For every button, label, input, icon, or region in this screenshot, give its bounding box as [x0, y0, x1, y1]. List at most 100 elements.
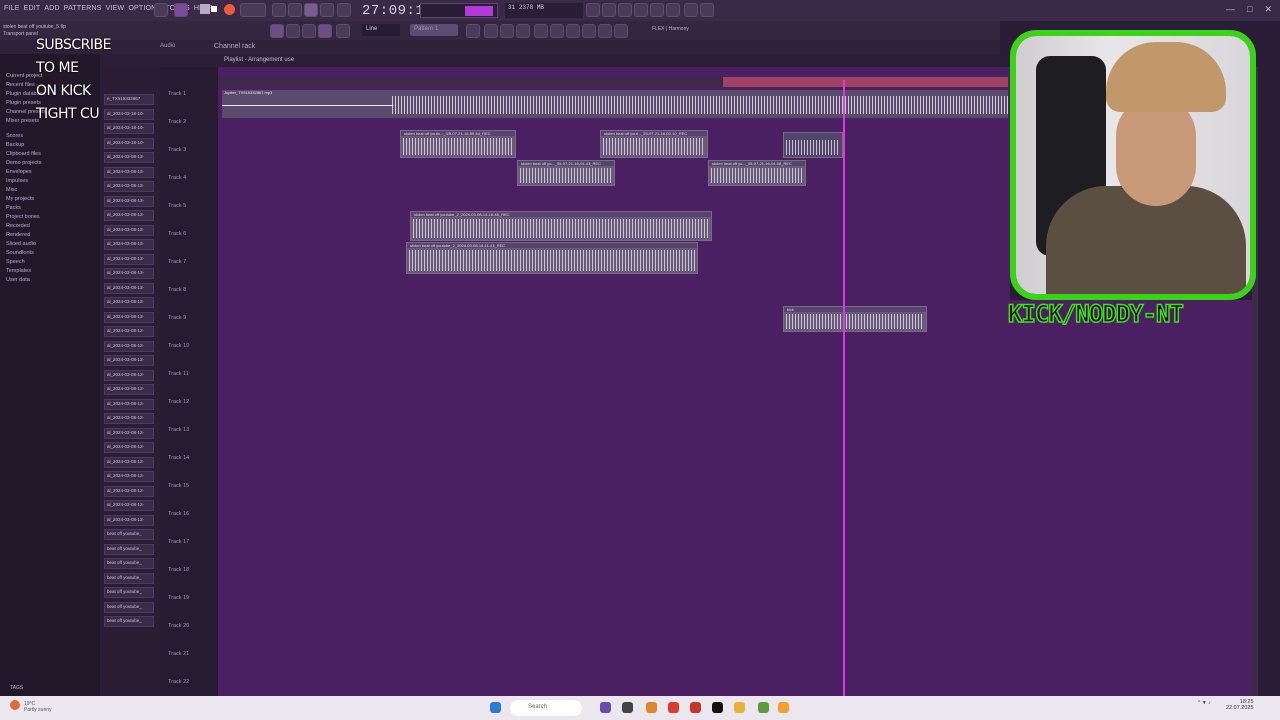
menu-edit[interactable]: EDIT [24, 5, 41, 12]
browser-item[interactable]: Impulses [6, 178, 28, 184]
mixer-view-icon[interactable] [484, 24, 498, 38]
undo-icon[interactable] [586, 3, 600, 17]
track-label[interactable]: Track 12 [168, 399, 189, 405]
track-label[interactable]: Track 21 [168, 651, 189, 657]
pattern-item[interactable]: al_2024-03-08-12- [104, 456, 154, 468]
menu-file[interactable]: FILE [4, 5, 20, 12]
plugin-preview[interactable]: FLEX | Harmony [652, 26, 689, 32]
piano-roll-icon[interactable] [534, 24, 548, 38]
search-icon[interactable] [154, 3, 168, 17]
audio-clip[interactable] [783, 132, 843, 158]
browser-item[interactable]: Mixer presets [6, 118, 39, 124]
pattern-item[interactable]: al_2024-03-08-12- [104, 514, 154, 526]
track-label[interactable]: Track 19 [168, 595, 189, 601]
tags-label[interactable]: TAGS [10, 685, 23, 691]
pattern-item[interactable]: al_2024-03-08-13- [104, 268, 154, 279]
audio-clip-track1[interactable]: Jupiter_TX515332867.mp3 [222, 90, 1008, 118]
fl-studio-icon[interactable] [646, 702, 657, 713]
pattern-item[interactable]: al_2024-03-08-13- [104, 181, 154, 192]
pattern-item[interactable]: al_2024-03-08-13- [104, 282, 154, 294]
pattern-item[interactable]: al_2024-03-08-13- [104, 210, 154, 221]
browser-item[interactable]: Project bones [6, 214, 40, 220]
track-label[interactable]: Track 2 [168, 119, 186, 125]
browser-item[interactable]: Clipboard files [6, 151, 41, 157]
track-label[interactable]: Track 22 [168, 679, 189, 685]
browser-icon[interactable] [550, 24, 564, 38]
browser-item[interactable]: My projects [6, 196, 34, 202]
cart-icon[interactable] [614, 24, 628, 38]
stop-button[interactable] [211, 6, 217, 12]
pattern-item[interactable]: al_2024-03-08-13- [104, 253, 154, 265]
browser-item[interactable]: Recent files [6, 82, 35, 88]
mic-icon[interactable] [618, 3, 632, 17]
audio-clip[interactable]: stolen beat off youtube_2_2024-03-08-14-… [410, 211, 712, 241]
browser-item[interactable]: Speech [6, 259, 25, 265]
browser-item[interactable]: Demo projects [6, 160, 41, 166]
pattern-item[interactable]: al_2024-03-18-10- [104, 108, 154, 120]
track-label[interactable]: Track 6 [168, 231, 186, 237]
draw-tool-icon[interactable] [270, 24, 284, 38]
maximize-icon[interactable]: □ [1247, 4, 1252, 15]
audio-clip[interactable]: stolen beat off yo..._05-07-21-16-04-08_… [708, 160, 806, 186]
piano-icon[interactable] [634, 3, 648, 17]
tiktok-icon[interactable] [712, 702, 723, 713]
pattern-item[interactable]: beat off youtube_ [104, 543, 154, 555]
pattern-item[interactable]: al_2024-03-08-13- [104, 152, 154, 163]
pattern-item[interactable]: al_2024-03-08-13- [104, 239, 154, 250]
download-icon[interactable] [700, 3, 714, 17]
taskbar-clock[interactable]: 18:25 22.07.2025 [1226, 699, 1254, 711]
playlist-sub[interactable]: use [284, 57, 294, 63]
browser-item[interactable]: User data [6, 277, 30, 283]
loop-record-icon[interactable] [337, 3, 351, 17]
audio-clip[interactable]: stolen beat off yo..._05-07-21-16-01-43_… [517, 160, 615, 186]
pattern-item[interactable]: al_2024-03-08-12- [104, 384, 154, 395]
pattern-item[interactable]: al_2024-03-08-12- [104, 427, 154, 439]
track-label[interactable]: Track 17 [168, 539, 189, 545]
windows-start-icon[interactable] [490, 702, 501, 713]
timeline-ruler[interactable] [218, 77, 1008, 87]
pattern-item[interactable]: al_2024-03-08-12- [104, 471, 154, 482]
pattern-item[interactable]: al_2024-03-08-13- [104, 195, 154, 207]
mixer-icon[interactable] [650, 3, 664, 17]
browser-item[interactable]: Sliced audio [6, 241, 36, 247]
track-label[interactable]: Track 8 [168, 287, 186, 293]
cut-tool-icon[interactable] [302, 24, 316, 38]
playlist-title[interactable]: Playlist - Arrangement use [224, 57, 294, 63]
arrow-icon[interactable] [598, 24, 612, 38]
system-tray[interactable]: ^ ▼ ♪ [1198, 700, 1211, 706]
track-label[interactable]: Track 1 [168, 91, 186, 97]
snap-icon[interactable] [318, 24, 332, 38]
track-label[interactable]: Track 4 [168, 175, 186, 181]
help-icon[interactable] [684, 3, 698, 17]
browser-item[interactable]: Backup [6, 142, 24, 148]
pattern-item[interactable]: al_2024-03-08-12- [104, 442, 154, 453]
chrome-icon[interactable] [668, 702, 679, 713]
tab-audio[interactable]: Audio [160, 43, 175, 49]
cut-icon[interactable] [602, 3, 616, 17]
browser-item[interactable]: Templates [6, 268, 31, 274]
browser-item[interactable]: Recorded [6, 223, 30, 229]
pattern-item[interactable]: al_2024-03-08-12- [104, 485, 154, 497]
taskview-icon[interactable] [600, 702, 611, 713]
menu-patterns[interactable]: PATTERNS [64, 5, 102, 12]
touch-keyboard-icon[interactable] [582, 24, 596, 38]
track-label[interactable]: Track 9 [168, 315, 186, 321]
track-label[interactable]: Track 3 [168, 147, 186, 153]
audio-clip[interactable]: stolen beat off youtu..._3/5-07-21-16-59… [400, 130, 516, 158]
close-icon[interactable]: ✕ [1264, 4, 1272, 15]
browser-item[interactable]: Scores [6, 133, 23, 139]
menu-view[interactable]: VIEW [106, 5, 125, 12]
browser-item[interactable]: Misc [6, 187, 17, 193]
record-button[interactable] [224, 4, 235, 15]
pattern-item[interactable]: al_2024-03-08-12- [104, 398, 154, 410]
pattern-item[interactable]: beat off youtube_ [104, 601, 154, 613]
pattern-song-toggle[interactable] [174, 3, 188, 17]
paint-tool-icon[interactable] [286, 24, 300, 38]
taskbar-search[interactable]: Search [510, 700, 582, 716]
menu-add[interactable]: ADD [44, 5, 59, 12]
track-label[interactable]: Track 15 [168, 483, 189, 489]
snap-select[interactable]: Line [362, 24, 400, 36]
pattern-item[interactable]: beat off youtube_ [104, 572, 154, 584]
browser-item[interactable]: Rendered [6, 232, 30, 238]
countdown-icon[interactable] [304, 3, 318, 17]
